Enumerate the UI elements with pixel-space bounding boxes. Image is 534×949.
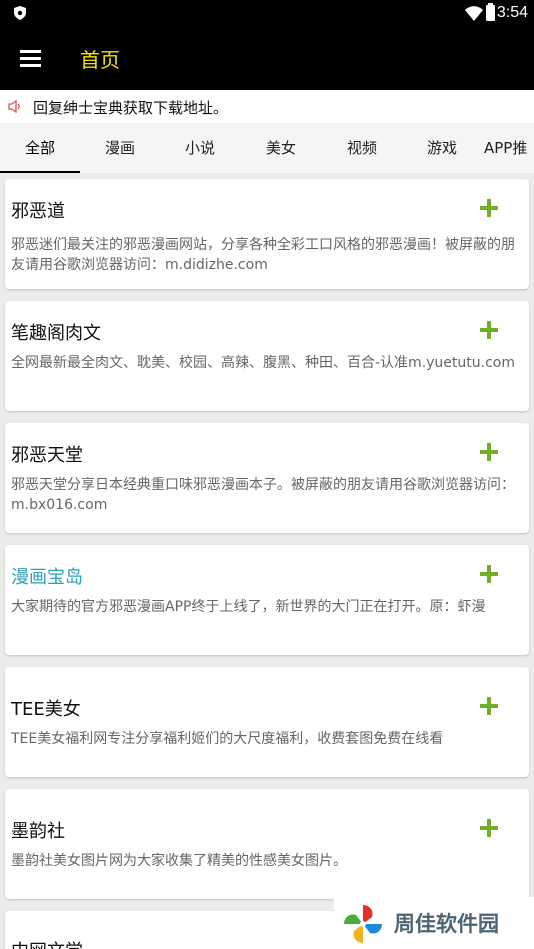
list-item[interactable]: TEE美女 TEE美女福利网专注分享福利姬们的大尺度福利，收费套图免费在线看	[5, 667, 529, 777]
add-icon[interactable]	[479, 564, 499, 584]
tab-label: 游戏	[426, 139, 457, 157]
app-bar: 首页	[0, 27, 534, 90]
tab-videos[interactable]: 视频	[322, 123, 402, 173]
tab-label: 视频	[346, 139, 377, 157]
item-title: 中网文学	[11, 937, 83, 949]
item-title: 邪恶天堂	[11, 445, 83, 466]
add-icon[interactable]	[479, 696, 499, 716]
shield-icon	[14, 6, 26, 20]
item-title: TEE美女	[11, 699, 81, 720]
add-icon[interactable]	[479, 198, 499, 218]
pinwheel-logo-icon	[344, 905, 382, 943]
add-icon[interactable]	[479, 442, 499, 462]
tab-label: 漫画	[104, 139, 135, 157]
item-title: 漫画宝岛	[11, 567, 83, 588]
list-item[interactable]: 邪恶道 邪恶迷们最关注的邪恶漫画网站，分享各种全彩工口风格的邪恶漫画！被屏蔽的朋…	[5, 179, 529, 289]
list-item[interactable]: 墨韵社 墨韵社美女图片网为大家收集了精美的性感美女图片。	[5, 789, 529, 899]
watermark-text: 周佳软件园	[394, 912, 499, 936]
category-tabs: 全部 漫画 小说 美女 视频 游戏 APP推	[0, 123, 534, 173]
notice-bar[interactable]: 回复绅士宝典获取下载地址。	[0, 90, 534, 123]
item-description: 全网最新最全肉文、耽美、校园、高辣、腹黑、种田、百合-认准m.yuetutu.c…	[11, 355, 515, 371]
tab-label: 美女	[265, 139, 296, 157]
tab-label: 小说	[184, 139, 215, 157]
list-item[interactable]: 笔趣阁肉文 全网最新最全肉文、耽美、校园、高辣、腹黑、种田、百合-认准m.yue…	[5, 301, 529, 411]
tab-games[interactable]: 游戏	[402, 123, 482, 173]
tab-beauty[interactable]: 美女	[241, 123, 321, 173]
item-title: 邪恶道	[11, 201, 65, 222]
tab-label: 全部	[24, 139, 55, 157]
speaker-icon	[8, 100, 20, 113]
add-icon[interactable]	[479, 818, 499, 838]
watermark: 周佳软件园	[334, 897, 534, 949]
item-description: 邪恶迷们最关注的邪恶漫画网站，分享各种全彩工口风格的邪恶漫画！被屏蔽的朋友请用谷…	[11, 237, 515, 273]
tab-comics[interactable]: 漫画	[80, 123, 160, 173]
tab-novels[interactable]: 小说	[160, 123, 240, 173]
tab-all[interactable]: 全部	[0, 123, 80, 173]
item-description: 邪恶天堂分享日本经典重口味邪恶漫画本子。被屏蔽的朋友请用谷歌浏览器访问：m.bx…	[11, 477, 515, 513]
tab-active-indicator	[0, 171, 80, 173]
wifi-icon	[465, 6, 483, 21]
add-icon[interactable]	[479, 320, 499, 340]
notice-text: 回复绅士宝典获取下载地址。	[33, 99, 229, 117]
list-item[interactable]: 邪恶天堂 邪恶天堂分享日本经典重口味邪恶漫画本子。被屏蔽的朋友请用谷歌浏览器访问…	[5, 423, 529, 533]
item-description: 墨韵社美女图片网为大家收集了精美的性感美女图片。	[11, 853, 347, 869]
tab-label: APP推	[484, 139, 528, 157]
list-item[interactable]: 漫画宝岛 大家期待的官方邪恶漫画APP终于上线了，新世界的大门正在打开。原：虾漫	[5, 545, 529, 655]
tab-apps[interactable]: APP推	[484, 123, 527, 173]
status-time: 3:54	[496, 4, 528, 21]
item-description: 大家期待的官方邪恶漫画APP终于上线了，新世界的大门正在打开。原：虾漫	[11, 599, 486, 615]
item-title: 笔趣阁肉文	[11, 323, 101, 344]
status-bar: 3:54	[0, 0, 534, 27]
page-title: 首页	[80, 48, 120, 72]
hamburger-menu-icon[interactable]	[16, 46, 46, 70]
item-title: 墨韵社	[11, 821, 65, 842]
item-description: TEE美女福利网专注分享福利姬们的大尺度福利，收费套图免费在线看	[11, 731, 444, 747]
